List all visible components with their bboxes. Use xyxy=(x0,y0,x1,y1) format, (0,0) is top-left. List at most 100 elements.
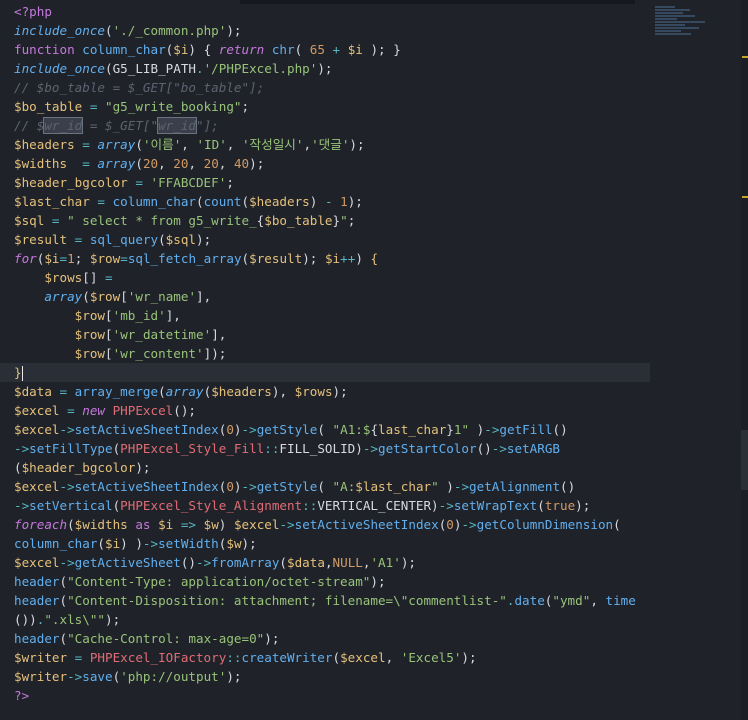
code-token: 20 xyxy=(142,156,159,171)
code-token: true xyxy=(544,498,576,513)
code-token: $i xyxy=(105,536,121,551)
code-token: 0 xyxy=(446,517,454,532)
code-token: " xyxy=(340,213,348,228)
code-token: ); xyxy=(575,498,591,513)
code-token: = xyxy=(97,270,113,285)
code-token: $data xyxy=(14,384,52,399)
code-token: ; xyxy=(241,99,250,114)
code-token: $w xyxy=(226,536,242,551)
code-line[interactable]: $rows[] = xyxy=(0,268,650,287)
code-token: $row xyxy=(74,327,106,342)
code-line[interactable]: $excel->setActiveSheetIndex(0)->getStyle… xyxy=(0,477,650,496)
code-line[interactable]: foreach($widths as $i => $w) $excel->set… xyxy=(0,515,650,534)
code-line[interactable]: $header_bgcolor = 'FFABCDEF'; xyxy=(0,173,650,192)
code-line[interactable]: $excel->getActiveSheet()->fromArray($dat… xyxy=(0,553,650,572)
code-token: ) ) xyxy=(120,536,143,551)
code-token: $i xyxy=(324,251,341,266)
code-token: header xyxy=(14,593,60,608)
code-token: sql_fetch_array xyxy=(127,251,242,266)
code-token: ; xyxy=(347,213,356,228)
code-line[interactable]: ->setFillType(PHPExcel_Style_Fill::FILL_… xyxy=(0,439,650,458)
code-line[interactable]: header("Content-Disposition: attachment;… xyxy=(0,591,650,610)
code-token: ( xyxy=(332,650,341,665)
code-token: -> xyxy=(14,441,30,456)
code-line[interactable]: $excel->setActiveSheetIndex(0)->getStyle… xyxy=(0,420,650,439)
code-line[interactable]: // $bo_table = $_GET["bo_table"]; xyxy=(0,78,650,97)
code-token: ); xyxy=(332,384,348,399)
code-line[interactable]: for($i=1; $row=sql_fetch_array($result);… xyxy=(0,249,650,268)
code-line[interactable]: $writer->save('php://output'); xyxy=(0,667,650,686)
code-token: foreach xyxy=(14,517,68,532)
code-line[interactable]: $row['wr_datetime'], xyxy=(0,325,650,344)
code-line[interactable]: array($row['wr_name'], xyxy=(0,287,650,306)
code-token: } xyxy=(446,422,454,437)
code-token: ( xyxy=(59,574,68,589)
code-line[interactable]: function column_char($i) { return chr( 6… xyxy=(0,40,650,59)
code-line[interactable]: ?> xyxy=(0,686,650,705)
code-token: = xyxy=(51,384,75,399)
code-line[interactable]: ()).".xls\""); xyxy=(0,610,650,629)
scrollbar-thumb[interactable] xyxy=(741,430,748,490)
code-line[interactable]: include_once('./_common.php'); xyxy=(0,21,650,40)
code-line[interactable]: <?php xyxy=(0,2,650,21)
code-token: setActiveSheetIndex xyxy=(74,422,219,437)
code-token: , xyxy=(181,137,197,152)
code-token: ( xyxy=(613,517,621,532)
code-line[interactable]: column_char($i) )->setWidth($w); xyxy=(0,534,650,553)
code-token: getActiveSheet xyxy=(74,555,181,570)
code-token: for xyxy=(14,251,37,266)
code-token: $excel xyxy=(14,422,60,437)
code-line[interactable]: ($header_bgcolor); xyxy=(0,458,650,477)
code-token: [ xyxy=(120,289,128,304)
code-token: ( xyxy=(135,137,143,152)
code-line[interactable]: $writer = PHPExcel_IOFactory::createWrit… xyxy=(0,648,650,667)
code-line[interactable]: // $wr_id = $_GET["wr_id"]; xyxy=(0,116,650,135)
code-line[interactable]: $bo_table = "g5_write_booking"; xyxy=(0,97,650,116)
code-token: $i xyxy=(173,42,189,57)
code-line[interactable]: $data = array_merge(array($headers), $ro… xyxy=(0,382,650,401)
code-line[interactable]: $result = sql_query($sql); xyxy=(0,230,650,249)
code-line[interactable]: $headers = array('이름', 'ID', '작성일시','댓글'… xyxy=(0,135,650,154)
code-token: ( xyxy=(67,517,75,532)
code-token: = xyxy=(127,175,151,190)
code-token: array xyxy=(97,156,136,171)
code-editor[interactable]: <?php include_once('./_common.php'); funct… xyxy=(0,2,650,705)
code-token: $w xyxy=(203,517,219,532)
code-line[interactable]: header("Cache-Control: max-age=0"); xyxy=(0,629,650,648)
code-token: , xyxy=(303,137,312,152)
code-line[interactable]: $widths = array(20, 20, 20, 40); xyxy=(0,154,650,173)
code-line[interactable]: ->setVertical(PHPExcel_Style_Alignment::… xyxy=(0,496,650,515)
code-token: getStyle xyxy=(256,479,318,494)
code-token: time xyxy=(605,593,636,608)
vertical-scrollbar[interactable] xyxy=(741,0,748,720)
code-token: ) { xyxy=(188,42,219,57)
code-line[interactable]: } xyxy=(0,363,650,382)
code-line[interactable]: $sql = " select * from g5_write_{$bo_tab… xyxy=(0,211,650,230)
code-token: :: xyxy=(264,441,280,456)
code-token: -> xyxy=(14,498,30,513)
code-token: $excel xyxy=(14,403,60,418)
code-token: -> xyxy=(59,479,75,494)
code-token: $headers xyxy=(14,137,75,152)
code-token: setActiveSheetIndex xyxy=(294,517,439,532)
code-token: '작성일시' xyxy=(241,137,304,152)
code-line[interactable]: include_once(G5_LIB_PATH.'/PHPExcel.php'… xyxy=(0,59,650,78)
code-token: ; xyxy=(226,175,234,190)
code-token: , xyxy=(226,137,242,152)
code-line[interactable]: header("Content-Type: application/octet-… xyxy=(0,572,650,591)
code-token: = xyxy=(67,650,90,665)
code-token: <?php xyxy=(14,4,52,19)
code-token: getFill xyxy=(499,422,553,437)
code-line[interactable]: $row['mb_id'], xyxy=(0,306,650,325)
code-token: setWidth xyxy=(158,536,219,551)
code-token: NULL xyxy=(332,555,363,570)
code-token: ( xyxy=(241,194,250,209)
minimap[interactable] xyxy=(655,6,715,46)
code-token: ( xyxy=(105,23,113,38)
code-token: } xyxy=(14,365,22,380)
code-line[interactable]: $row['wr_content']); xyxy=(0,344,650,363)
code-line[interactable]: $last_char = column_char(count($headers)… xyxy=(0,192,650,211)
code-token: $excel xyxy=(14,479,60,494)
code-token: ], xyxy=(211,327,227,342)
code-line[interactable]: $excel = new PHPExcel(); xyxy=(0,401,650,420)
